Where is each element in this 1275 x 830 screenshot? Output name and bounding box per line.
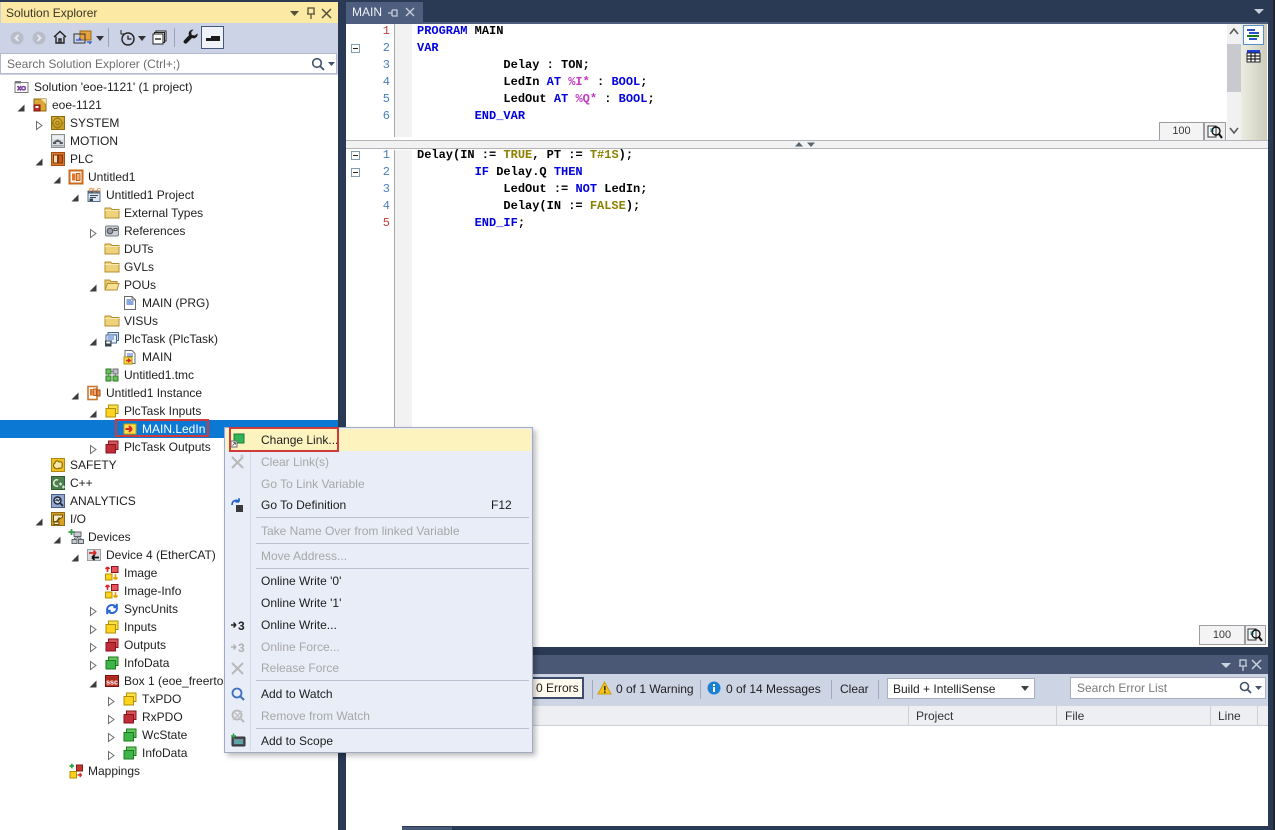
svg-text:3: 3 [238, 619, 245, 633]
svg-text:ssc: ssc [106, 680, 118, 687]
svg-text:3: 3 [238, 641, 245, 655]
svg-text:PLC: PLC [89, 189, 102, 195]
